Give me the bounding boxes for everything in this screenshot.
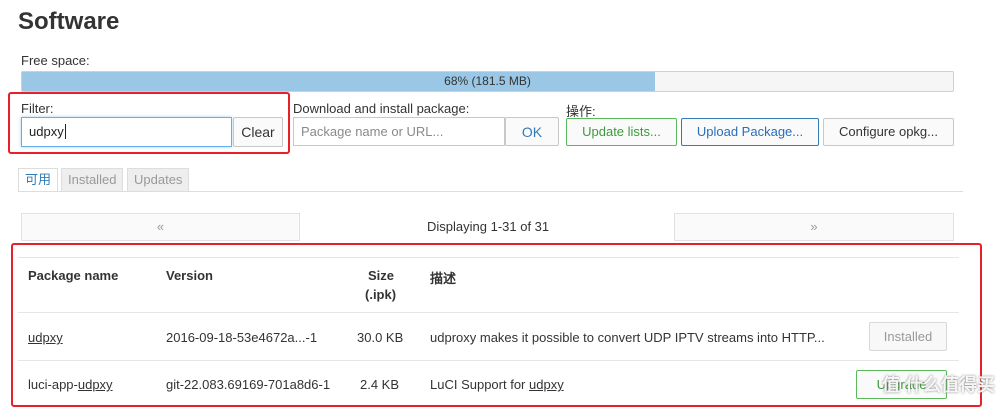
row-divider: [18, 312, 959, 313]
package-description: udproxy makes it possible to convert UDP…: [430, 330, 825, 345]
package-name-link[interactable]: udpxy: [28, 330, 63, 345]
text-cursor: [64, 124, 66, 139]
ok-button[interactable]: OK: [505, 117, 559, 146]
header-size-unit: (.ipk): [365, 287, 397, 302]
package-name-highlight: udpxy: [77, 377, 113, 392]
configure-opkg-button[interactable]: Configure opkg...: [823, 118, 954, 146]
installed-button[interactable]: Installed: [869, 322, 947, 351]
free-space-text: 68% (181.5 MB): [444, 74, 531, 88]
header-size: Size: [368, 268, 395, 283]
clear-filter-button[interactable]: Clear: [233, 117, 283, 147]
header-description: 描述: [430, 271, 457, 286]
header-package-name: Package name: [28, 268, 119, 283]
free-space-progress-bar: 68% (181.5 MB): [21, 71, 954, 92]
upload-package-button[interactable]: Upload Package...: [681, 118, 819, 146]
watermark: 值 什么值得买: [882, 375, 996, 395]
tab-installed[interactable]: Installed: [61, 168, 124, 192]
package-version: git-22.083.69169-701a8d6-1: [166, 377, 331, 392]
package-name-prefix: luci-app-: [28, 377, 78, 392]
filter-label: Filter:: [21, 101, 54, 116]
page-title: Software: [18, 8, 120, 35]
package-name-link[interactable]: luci-app-udpxy: [28, 377, 113, 392]
row-divider: [18, 360, 959, 361]
package-size: 30.0 KB: [357, 330, 404, 345]
tab-divider: [18, 191, 963, 192]
pager-status: Displaying 1-31 of 31: [427, 219, 550, 234]
package-version: 2016-09-18-53e4672a...-1: [166, 330, 318, 345]
free-space-label: Free space:: [21, 53, 90, 68]
update-lists-button[interactable]: Update lists...: [566, 118, 677, 146]
tab-available[interactable]: 可用: [18, 168, 59, 192]
package-size: 2.4 KB: [360, 377, 400, 392]
header-version: Version: [166, 268, 213, 283]
description-highlight: udpxy: [529, 377, 564, 392]
package-description: LuCI Support for udpxy: [430, 377, 564, 392]
download-label: Download and install package:: [293, 101, 470, 116]
filter-input[interactable]: udpxy: [21, 117, 232, 147]
pager-prev-button[interactable]: «: [21, 213, 300, 241]
description-prefix: LuCI Support for: [430, 377, 529, 392]
package-url-input[interactable]: Package name or URL...: [293, 117, 505, 146]
filter-input-value: udpxy: [29, 124, 64, 139]
tab-updates[interactable]: Updates: [127, 168, 190, 192]
pager-next-button[interactable]: »: [674, 213, 954, 241]
